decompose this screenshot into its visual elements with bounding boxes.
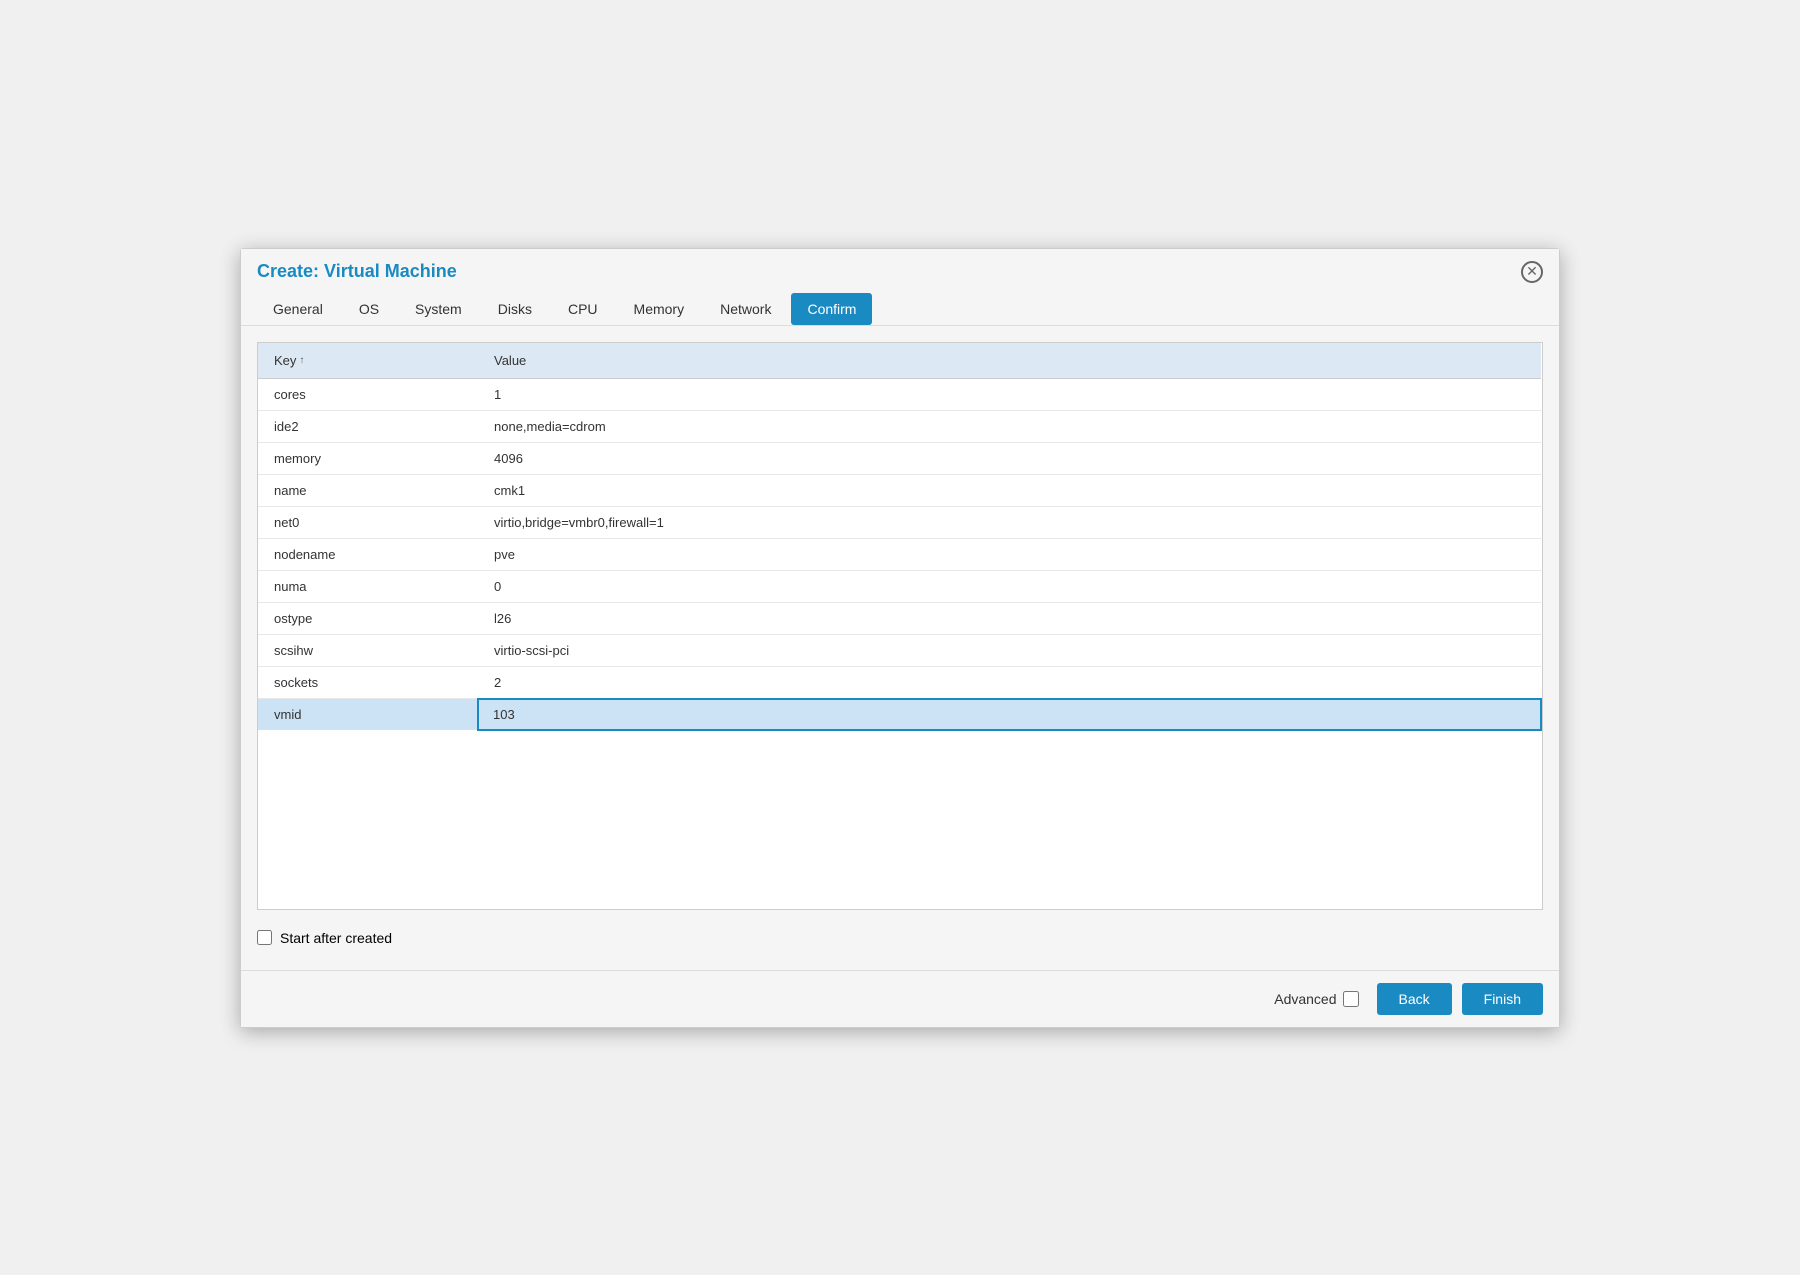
table-cell-value: virtio-scsi-pci xyxy=(478,634,1541,666)
table-row[interactable]: cores1 xyxy=(258,378,1541,410)
dialog-footer: Advanced Back Finish xyxy=(241,970,1559,1027)
table-cell-key: vmid xyxy=(258,699,478,731)
config-table-container: Key ↑ Value cores1ide2none,media=cdromme… xyxy=(257,342,1543,910)
table-row[interactable]: numa0 xyxy=(258,570,1541,602)
sort-icon: ↑ xyxy=(299,355,304,366)
table-row[interactable]: scsihwvirtio-scsi-pci xyxy=(258,634,1541,666)
start-after-created-label: Start after created xyxy=(280,930,392,946)
table-cell-key: nodename xyxy=(258,538,478,570)
table-cell-value: 0 xyxy=(478,570,1541,602)
config-table: Key ↑ Value cores1ide2none,media=cdromme… xyxy=(258,343,1542,732)
tab-system[interactable]: System xyxy=(399,293,478,325)
tab-bar: GeneralOSSystemDisksCPUMemoryNetworkConf… xyxy=(241,283,1559,326)
table-cell-key: scsihw xyxy=(258,634,478,666)
table-cell-value: 1 xyxy=(478,378,1541,410)
advanced-label: Advanced xyxy=(1274,991,1336,1007)
table-cell-key: cores xyxy=(258,378,478,410)
table-cell-key: net0 xyxy=(258,506,478,538)
value-column-header: Value xyxy=(478,343,1541,379)
table-cell-key: ide2 xyxy=(258,410,478,442)
table-cell-value: 103 xyxy=(478,699,1541,731)
table-row[interactable]: ide2none,media=cdrom xyxy=(258,410,1541,442)
table-row[interactable]: ostypel26 xyxy=(258,602,1541,634)
table-cell-value: pve xyxy=(478,538,1541,570)
table-cell-key: memory xyxy=(258,442,478,474)
table-cell-key: ostype xyxy=(258,602,478,634)
table-row[interactable]: memory4096 xyxy=(258,442,1541,474)
table-cell-value: l26 xyxy=(478,602,1541,634)
key-column-header[interactable]: Key ↑ xyxy=(258,343,478,379)
tab-os[interactable]: OS xyxy=(343,293,395,325)
tab-cpu[interactable]: CPU xyxy=(552,293,614,325)
close-button[interactable]: ✕ xyxy=(1521,261,1543,283)
table-cell-value: 2 xyxy=(478,666,1541,699)
dialog-header: Create: Virtual Machine ✕ xyxy=(241,249,1559,283)
table-cell-key: sockets xyxy=(258,666,478,699)
table-cell-value: virtio,bridge=vmbr0,firewall=1 xyxy=(478,506,1541,538)
start-after-created-checkbox[interactable] xyxy=(257,930,272,945)
table-row[interactable]: net0virtio,bridge=vmbr0,firewall=1 xyxy=(258,506,1541,538)
table-row[interactable]: nodenamepve xyxy=(258,538,1541,570)
advanced-area: Advanced xyxy=(1274,991,1358,1007)
table-row[interactable]: namecmk1 xyxy=(258,474,1541,506)
table-cell-value: cmk1 xyxy=(478,474,1541,506)
table-cell-value: none,media=cdrom xyxy=(478,410,1541,442)
tab-disks[interactable]: Disks xyxy=(482,293,548,325)
start-after-created-area: Start after created xyxy=(257,922,1543,954)
back-button[interactable]: Back xyxy=(1377,983,1452,1015)
finish-button[interactable]: Finish xyxy=(1462,983,1543,1015)
tab-general[interactable]: General xyxy=(257,293,339,325)
table-cell-key: name xyxy=(258,474,478,506)
dialog-title: Create: Virtual Machine xyxy=(257,261,457,282)
tab-memory[interactable]: Memory xyxy=(618,293,701,325)
table-cell-key: numa xyxy=(258,570,478,602)
tab-network[interactable]: Network xyxy=(704,293,787,325)
advanced-checkbox[interactable] xyxy=(1343,991,1359,1007)
tab-confirm[interactable]: Confirm xyxy=(791,293,872,325)
create-vm-dialog: Create: Virtual Machine ✕ GeneralOSSyste… xyxy=(240,248,1560,1028)
dialog-body: Key ↑ Value cores1ide2none,media=cdromme… xyxy=(241,326,1559,970)
table-row[interactable]: vmid103 xyxy=(258,699,1541,731)
table-cell-value: 4096 xyxy=(478,442,1541,474)
table-row[interactable]: sockets2 xyxy=(258,666,1541,699)
config-table-body: cores1ide2none,media=cdrommemory4096name… xyxy=(258,378,1541,730)
